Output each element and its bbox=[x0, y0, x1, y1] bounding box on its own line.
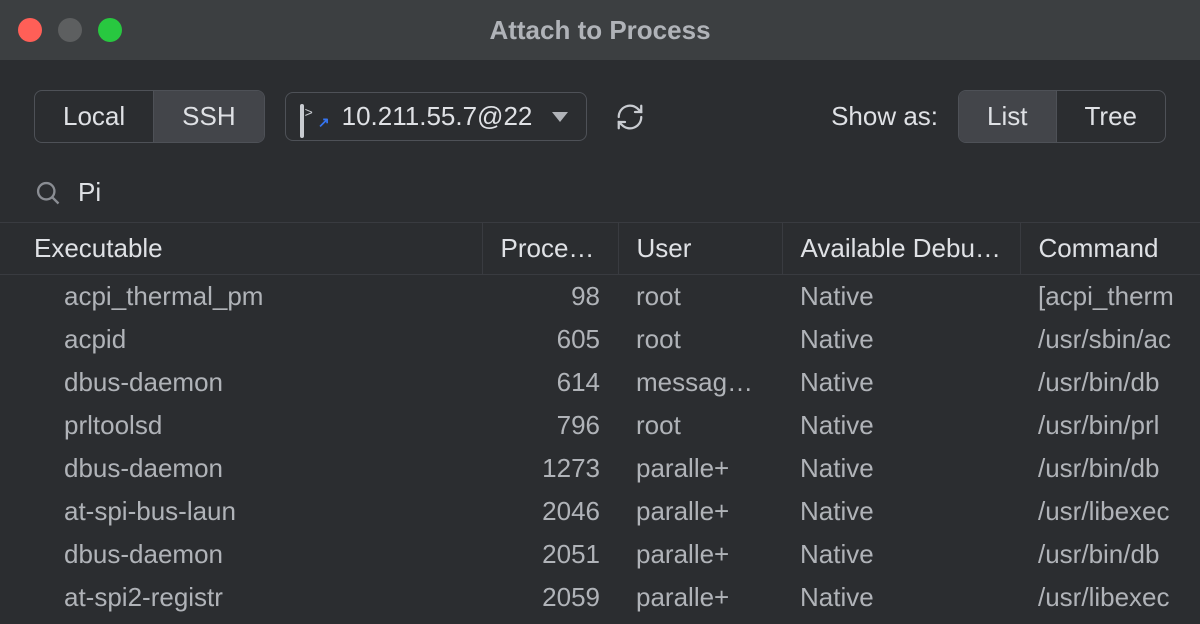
cell-user: messag… bbox=[618, 361, 782, 404]
cell-user: paralle+ bbox=[618, 533, 782, 576]
cell-cmd: /usr/libexec bbox=[1020, 576, 1200, 619]
source-local-button[interactable]: Local bbox=[35, 91, 153, 142]
cell-dbg: Native bbox=[782, 275, 1020, 319]
cell-exec: dbus-daemon bbox=[0, 533, 482, 576]
search-input[interactable] bbox=[78, 177, 1166, 208]
window-controls bbox=[18, 18, 122, 42]
cell-cmd: /usr/sbin/ac bbox=[1020, 318, 1200, 361]
host-dropdown-label: 10.211.55.7@22 bbox=[342, 101, 533, 132]
process-table: Executable Proces… User Available Debug…… bbox=[0, 223, 1200, 624]
column-header-debuggers[interactable]: Available Debug… bbox=[782, 223, 1020, 275]
toolbar-right: Show as: List Tree bbox=[831, 90, 1166, 143]
host-dropdown[interactable]: ↗ 10.211.55.7@22 bbox=[285, 92, 588, 141]
cell-pid: 796 bbox=[482, 404, 618, 447]
column-header-pid[interactable]: Proces… bbox=[482, 223, 618, 275]
cell-cmd: [acpi_therm bbox=[1020, 275, 1200, 319]
cell-user: paralle+ bbox=[618, 576, 782, 619]
table-row[interactable]: dbus-daemon1273paralle+Native/usr/bin/db bbox=[0, 447, 1200, 490]
cell-exec: at-spi-bus-laun bbox=[0, 490, 482, 533]
cell-user: paralle+ bbox=[618, 490, 782, 533]
cell-dbg: Native bbox=[782, 318, 1020, 361]
column-header-command[interactable]: Command bbox=[1020, 223, 1200, 275]
cell-exec: acpid bbox=[0, 318, 482, 361]
table-row[interactable]: dbus-daemon614messag…Native/usr/bin/db bbox=[0, 361, 1200, 404]
cell-user: root bbox=[618, 275, 782, 319]
view-list-button[interactable]: List bbox=[959, 91, 1055, 142]
table-row[interactable]: prltoolsd796rootNative/usr/bin/prl bbox=[0, 404, 1200, 447]
maximize-window-button[interactable] bbox=[98, 18, 122, 42]
cell-pid: 2046 bbox=[482, 490, 618, 533]
cell-cmd: /usr/bin/db bbox=[1020, 533, 1200, 576]
cell-user: paralle+ bbox=[618, 447, 782, 490]
cell-exec: at-spi2-registr bbox=[0, 576, 482, 619]
cell-dbg: Native bbox=[782, 490, 1020, 533]
table-row[interactable]: at-spi2-registr2059paralle+Native/usr/li… bbox=[0, 576, 1200, 619]
cell-dbg: Native bbox=[782, 533, 1020, 576]
table-header-row: Executable Proces… User Available Debug…… bbox=[0, 223, 1200, 275]
chevron-down-icon bbox=[552, 112, 568, 122]
cell-cmd: /usr/libexec bbox=[1020, 490, 1200, 533]
cell-pid: 605 bbox=[482, 318, 618, 361]
cell-pid: 2059 bbox=[482, 576, 618, 619]
cell-pid: 614 bbox=[482, 361, 618, 404]
cell-pid: 2235 bbox=[482, 619, 618, 624]
minimize-window-button[interactable] bbox=[58, 18, 82, 42]
column-header-user[interactable]: User bbox=[618, 223, 782, 275]
cell-cmd: /usr/bin/prl bbox=[1020, 404, 1200, 447]
cell-cmd: /usr/bin/db bbox=[1020, 447, 1200, 490]
cell-pid: 2051 bbox=[482, 533, 618, 576]
cell-user: root bbox=[618, 318, 782, 361]
refresh-button[interactable] bbox=[607, 94, 653, 140]
cell-exec: prltoolsd bbox=[0, 404, 482, 447]
toolbar: Local SSH ↗ 10.211.55.7@22 Show as: List… bbox=[0, 60, 1200, 167]
table-row[interactable]: acpid605rootNative/usr/sbin/ac bbox=[0, 318, 1200, 361]
cell-dbg: Native bbox=[782, 361, 1020, 404]
table-row[interactable]: dbus-daemon2051paralle+Native/usr/bin/db bbox=[0, 533, 1200, 576]
cell-user: paralle+ bbox=[618, 619, 782, 624]
close-window-button[interactable] bbox=[18, 18, 42, 42]
view-tree-button[interactable]: Tree bbox=[1056, 91, 1166, 142]
cell-cmd: /usr/libexec bbox=[1020, 619, 1200, 624]
cell-dbg: Native bbox=[782, 619, 1020, 624]
column-header-executable[interactable]: Executable bbox=[0, 223, 482, 275]
cell-dbg: Native bbox=[782, 576, 1020, 619]
cell-pid: 1273 bbox=[482, 447, 618, 490]
cell-dbg: Native bbox=[782, 447, 1020, 490]
cell-pid: 98 bbox=[482, 275, 618, 319]
cell-exec: gsd-housekeepin bbox=[0, 619, 482, 624]
cell-exec: acpi_thermal_pm bbox=[0, 275, 482, 319]
source-ssh-button[interactable]: SSH bbox=[153, 91, 263, 142]
cell-user: root bbox=[618, 404, 782, 447]
refresh-icon bbox=[615, 102, 645, 132]
cell-cmd: /usr/bin/db bbox=[1020, 361, 1200, 404]
terminal-remote-icon: ↗ bbox=[300, 106, 328, 128]
cell-exec: dbus-daemon bbox=[0, 361, 482, 404]
cell-exec: dbus-daemon bbox=[0, 447, 482, 490]
table-row[interactable]: gsd-housekeepin2235paralle+Native/usr/li… bbox=[0, 619, 1200, 624]
cell-dbg: Native bbox=[782, 404, 1020, 447]
table-row[interactable]: acpi_thermal_pm98rootNative[acpi_therm bbox=[0, 275, 1200, 319]
show-as-label: Show as: bbox=[831, 101, 938, 132]
titlebar: Attach to Process bbox=[0, 0, 1200, 60]
search-icon bbox=[34, 179, 62, 207]
search-row bbox=[0, 167, 1200, 223]
window-title: Attach to Process bbox=[489, 15, 710, 46]
view-segmented-control: List Tree bbox=[958, 90, 1166, 143]
table-row[interactable]: at-spi-bus-laun2046paralle+Native/usr/li… bbox=[0, 490, 1200, 533]
source-segmented-control: Local SSH bbox=[34, 90, 265, 143]
